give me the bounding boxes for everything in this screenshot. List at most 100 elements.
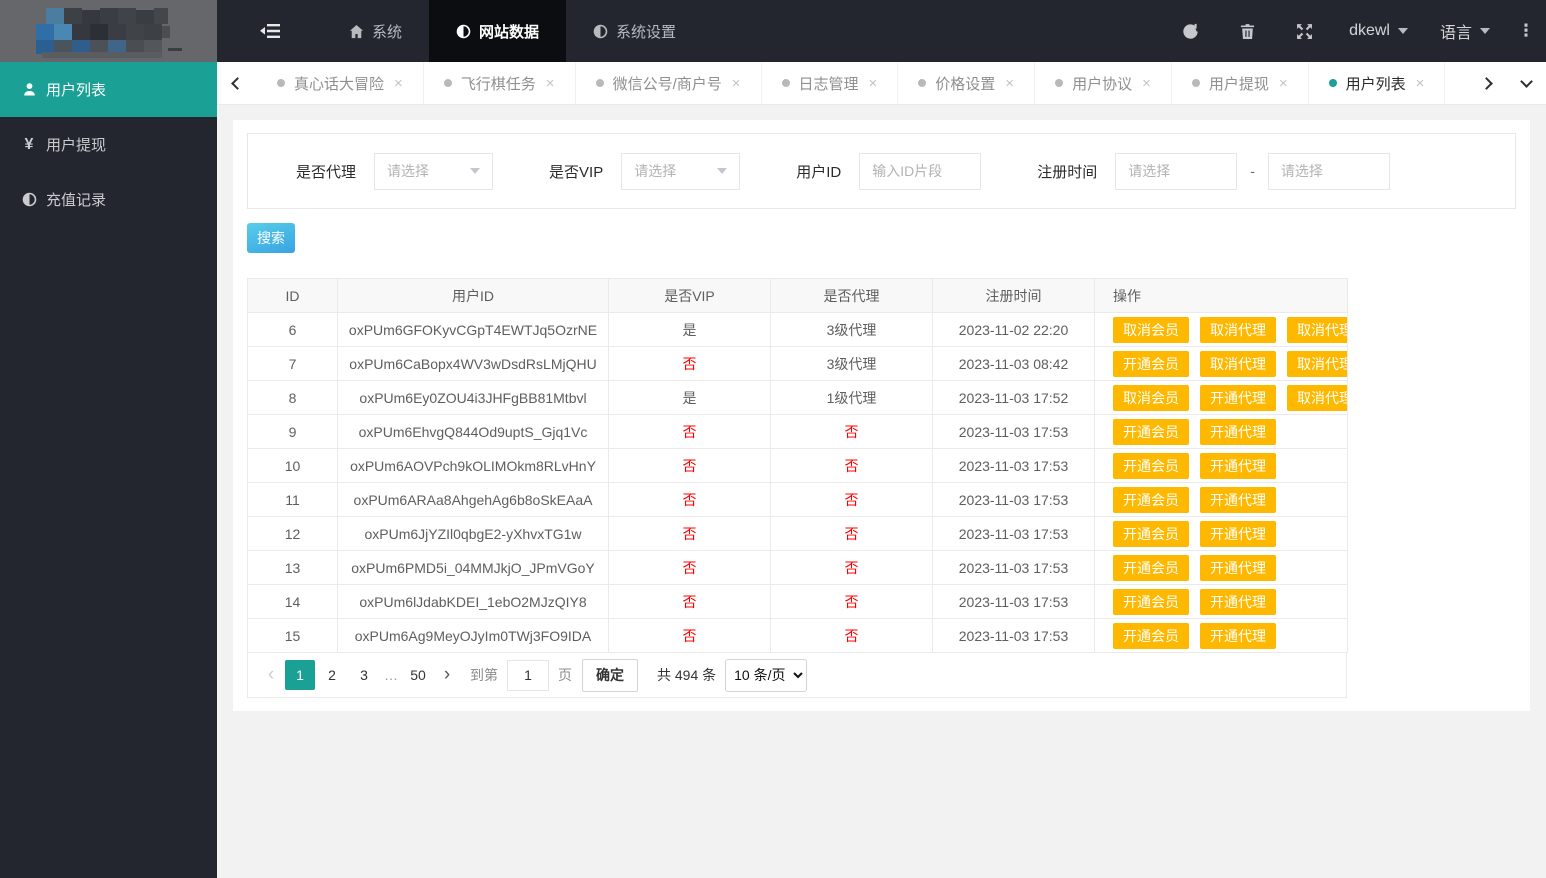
tab-3[interactable]: 日志管理 ×	[762, 62, 899, 104]
action-button[interactable]: 开通会员	[1113, 554, 1189, 581]
page-button-50[interactable]: 50	[403, 660, 433, 690]
per-page-select[interactable]: 10 条/页	[725, 658, 808, 692]
action-button[interactable]: 取消代理	[1287, 384, 1347, 411]
page-button-3[interactable]: 3	[349, 660, 379, 690]
sidebar-item-2[interactable]: 充值记录	[0, 172, 217, 227]
close-icon[interactable]: ×	[732, 75, 741, 92]
negative-value: 否	[844, 491, 859, 508]
next-page-button[interactable]: ›	[434, 664, 460, 686]
prev-page-button[interactable]: ‹	[258, 664, 284, 686]
fullscreen-icon[interactable]	[1276, 0, 1333, 62]
more-vertical-icon[interactable]: ⋮	[1506, 0, 1546, 62]
tab-1[interactable]: 飞行棋任务 ×	[424, 62, 576, 104]
action-button[interactable]: 开通代理	[1200, 622, 1276, 649]
action-button[interactable]: 开通代理	[1200, 554, 1276, 581]
tab-0[interactable]: 真心话大冒险 ×	[257, 62, 424, 104]
trash-icon[interactable]	[1219, 0, 1276, 62]
tab-6[interactable]: 用户提现 ×	[1172, 62, 1309, 104]
tab-4[interactable]: 价格设置 ×	[898, 62, 1036, 104]
nav-item-2[interactable]: 系统设置	[566, 0, 703, 62]
menu-fold-icon[interactable]	[217, 0, 322, 62]
vip-select[interactable]: 请选择	[621, 152, 741, 190]
negative-value: 否	[682, 457, 697, 474]
cell-user-id: oxPUm6AOVPch9kOLIMOkm8RLvHnY	[337, 448, 609, 483]
tabs-scroll-right-button[interactable]	[1466, 62, 1506, 104]
cell-agent: 3级代理	[770, 312, 933, 347]
action-button[interactable]: 取消代理	[1200, 350, 1276, 377]
action-button[interactable]: 开通会员	[1113, 452, 1189, 479]
action-button[interactable]: 开通代理	[1200, 588, 1276, 615]
tabs-menu-button[interactable]	[1506, 62, 1546, 104]
negative-value: 否	[844, 627, 859, 644]
user-menu[interactable]: dkewl	[1333, 0, 1424, 62]
action-button[interactable]: 开通会员	[1113, 622, 1189, 649]
nav-item-0[interactable]: 系统	[322, 0, 429, 62]
action-button[interactable]: 开通代理	[1200, 452, 1276, 479]
agent-select[interactable]: 请选择	[374, 152, 494, 190]
refresh-icon[interactable]	[1162, 0, 1219, 62]
goto-page-input[interactable]	[507, 659, 549, 691]
chevron-down-icon	[1480, 28, 1490, 34]
action-button[interactable]: 取消代理	[1200, 316, 1276, 343]
tab-2[interactable]: 微信公号/商户号 ×	[576, 62, 762, 104]
table-row: 6 oxPUm6GFOKyvCGpT4EWTJq5OzrNE 是 3级代理 2023-1…	[247, 312, 1348, 347]
close-icon[interactable]: ×	[394, 75, 403, 92]
negative-value: 否	[682, 525, 697, 542]
action-button[interactable]: 取消会员	[1113, 384, 1189, 411]
tab-dot	[277, 79, 285, 87]
action-button[interactable]: 开通会员	[1113, 520, 1189, 547]
action-button[interactable]: 取消代理	[1287, 316, 1347, 343]
action-button[interactable]: 取消代理	[1287, 350, 1347, 377]
cell-id: 12	[247, 516, 338, 551]
cell-id: 13	[247, 550, 338, 585]
confirm-button[interactable]: 确定	[582, 658, 638, 692]
cell-user-id: oxPUm6CaBopx4WV3wDsdRsLMjQHU	[337, 346, 609, 381]
cell-reg-time: 2023-11-03 17:52	[932, 380, 1095, 415]
tab-label: 价格设置	[935, 75, 996, 93]
cell-vip: 是	[608, 312, 771, 347]
tab-5[interactable]: 用户协议 ×	[1035, 62, 1172, 104]
page-button-2[interactable]: 2	[317, 660, 347, 690]
cell-agent: 否	[770, 550, 933, 585]
action-button[interactable]: 取消会员	[1113, 316, 1189, 343]
filter-bar: 是否代理 请选择 是否VIP 请选择 用户ID 输入ID片段 注册时间 请选择 …	[247, 133, 1516, 209]
userid-input[interactable]	[859, 152, 982, 190]
negative-value: 否	[682, 423, 697, 440]
close-icon[interactable]: ×	[1005, 75, 1014, 92]
sidebar-item-0[interactable]: 用户列表	[0, 62, 217, 117]
regtime-end-input[interactable]	[1267, 152, 1390, 190]
cell-user-id: oxPUm6Ey0ZOU4i3JHFgBB81Mtbvl	[337, 380, 609, 415]
action-button[interactable]: 开通会员	[1113, 350, 1189, 377]
action-button[interactable]: 开通代理	[1200, 486, 1276, 513]
action-button[interactable]: 开通代理	[1200, 520, 1276, 547]
close-icon[interactable]: ×	[869, 75, 878, 92]
tab-7[interactable]: 用户列表 ×	[1309, 62, 1446, 104]
filter-regtime: 注册时间 -	[1037, 152, 1390, 190]
sidebar-item-1[interactable]: ¥ 用户提现	[0, 117, 217, 172]
negative-value: 否	[844, 559, 859, 576]
cell-reg-time: 2023-11-03 17:53	[932, 584, 1095, 619]
search-button[interactable]: 搜索	[247, 223, 295, 253]
chevron-down-icon	[1397, 28, 1408, 34]
cell-user-id: oxPUm6EhvgQ844Od9uptS_Gjq1Vc	[337, 414, 609, 449]
tab-label: 飞行棋任务	[460, 75, 536, 93]
nav-item-1[interactable]: 网站数据	[429, 0, 567, 62]
column-header-5: 操作	[1094, 278, 1348, 313]
close-icon[interactable]: ×	[1142, 75, 1151, 92]
page-button-1[interactable]: 1	[285, 660, 315, 690]
close-icon[interactable]: ×	[1279, 75, 1288, 92]
range-separator: -	[1250, 163, 1255, 179]
cell-actions: 开通会员 开通代理	[1094, 584, 1348, 619]
regtime-start-input[interactable]	[1115, 152, 1238, 190]
action-button[interactable]: 开通代理	[1200, 384, 1276, 411]
tab-label: 用户列表	[1345, 75, 1406, 93]
action-button[interactable]: 开通代理	[1200, 418, 1276, 445]
language-menu[interactable]: 语言	[1424, 0, 1506, 62]
action-button[interactable]: 开通会员	[1113, 588, 1189, 615]
action-button[interactable]: 开通会员	[1113, 418, 1189, 445]
close-icon[interactable]: ×	[1416, 75, 1425, 92]
tabs-scroll-left-button[interactable]	[217, 62, 257, 104]
close-icon[interactable]: ×	[546, 75, 555, 92]
action-button[interactable]: 开通会员	[1113, 486, 1189, 513]
nav-item-label: 系统	[372, 23, 403, 41]
